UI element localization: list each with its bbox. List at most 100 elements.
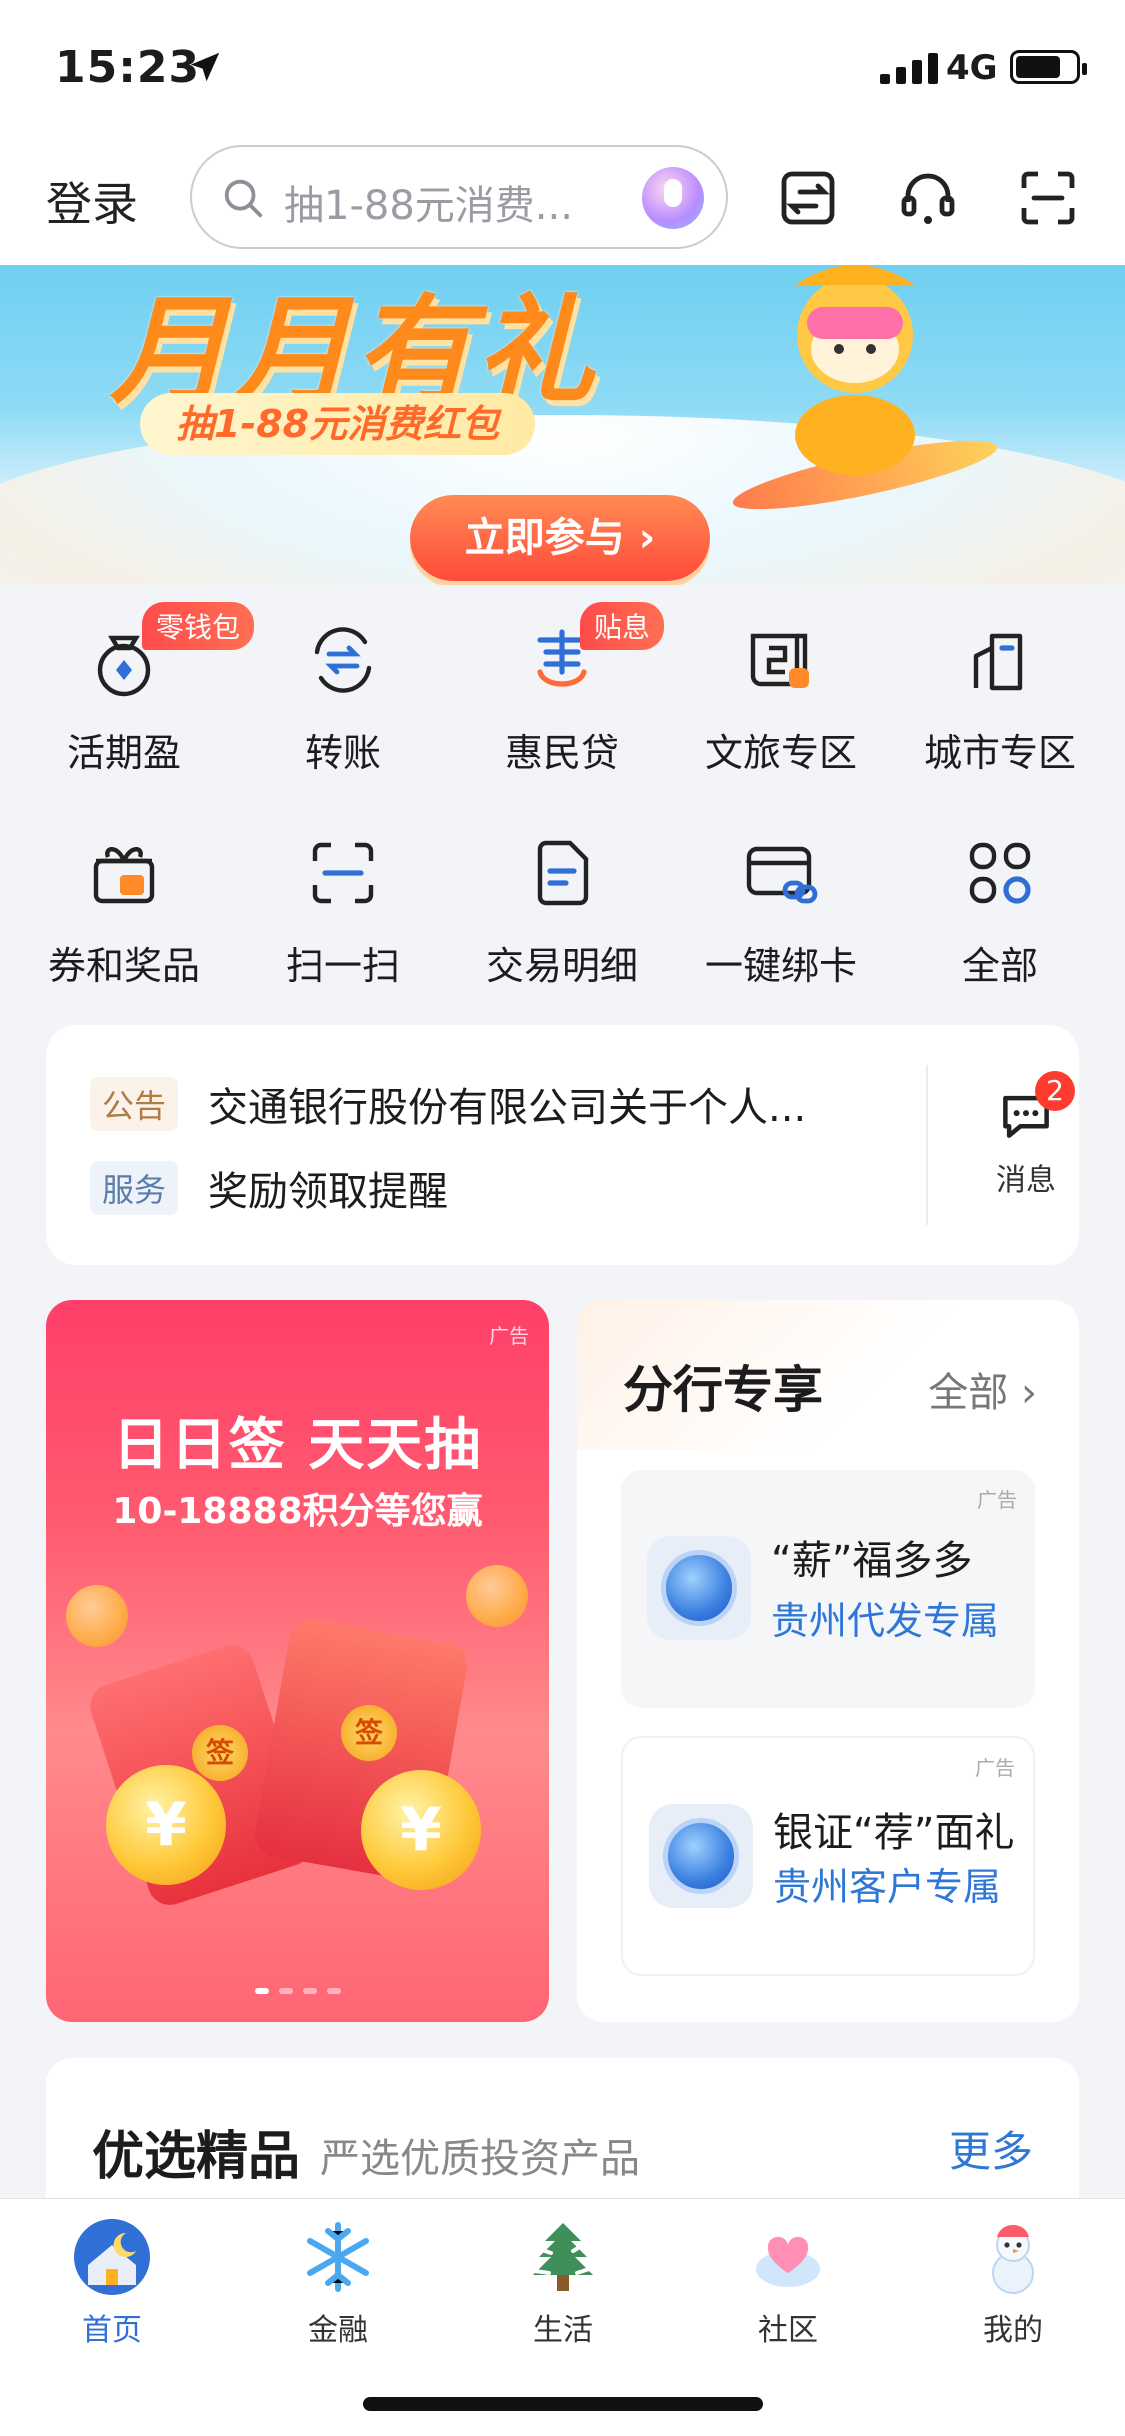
mascot-illustration: [795, 265, 915, 475]
quick-action-scan[interactable]: 扫一扫: [243, 833, 443, 990]
branch-item-subtitle: 贵州代发专属: [771, 1599, 1000, 1643]
quick-action-label: 全部: [961, 944, 1038, 988]
join-now-button[interactable]: 立即参与 ›: [410, 495, 710, 581]
quick-action-label: 转账: [304, 731, 381, 775]
notice-row-service[interactable]: 服务 奖励领取提醒: [90, 1159, 848, 1217]
badge-lingqianbao: 零钱包: [142, 602, 255, 650]
branch-item-title: 银证“荐”面礼: [773, 1810, 1015, 1856]
branch-exclusive-card: 分行专享 全部 › 广告 “薪”福多多 贵州代发专属 广告 银证“荐”面礼 贵州…: [577, 1300, 1079, 2022]
quick-action-coupons[interactable]: 券和奖品: [24, 833, 224, 990]
tab-life[interactable]: 生活: [483, 2217, 643, 2349]
tab-label: 社区: [758, 2313, 818, 2348]
message-count-badge: 2: [1035, 1071, 1075, 1111]
search-placeholder: 抽1-88元消费...: [284, 183, 573, 229]
tab-mine[interactable]: 我的: [933, 2217, 1093, 2349]
branch-title: 分行专享: [623, 1360, 823, 1419]
status-bar: 15:23 4G: [0, 0, 1125, 130]
branch-all-link[interactable]: 全部 ›: [928, 1360, 1037, 1418]
branch-item-yinzheng[interactable]: 广告 银证“荐”面礼 贵州客户专属: [621, 1736, 1035, 1976]
divider: [926, 1065, 928, 1225]
home-indicator: [363, 2397, 763, 2411]
tab-label: 金融: [308, 2313, 368, 2348]
coin-icon: ¥: [361, 1770, 481, 1890]
login-link[interactable]: 登录: [46, 168, 138, 234]
tab-label: 我的: [983, 2313, 1043, 2348]
promo-banner[interactable]: 月月有礼 抽1-88元消费红包 立即参与 ›: [0, 265, 1125, 585]
quick-action-label: 券和奖品: [47, 944, 200, 988]
coin-decoration: [66, 1585, 128, 1647]
badge-tiexi: 贴息: [580, 602, 665, 650]
branch-item-xinfu[interactable]: 广告 “薪”福多多 贵州代发专属: [621, 1470, 1035, 1708]
search-bar[interactable]: 抽1-88元消费...: [190, 145, 728, 249]
featured-subtitle: 严选优质投资产品: [320, 2136, 640, 2182]
seal-badge: 签: [192, 1725, 248, 1781]
voice-search-icon[interactable]: [642, 167, 704, 229]
battery-icon: [1010, 50, 1087, 84]
tree-icon: [533, 2223, 593, 2291]
snowman-icon: [992, 2225, 1034, 2294]
quick-action-travel[interactable]: 文旅专区: [681, 620, 881, 777]
coin-icon: ¥: [106, 1765, 226, 1885]
quick-action-all[interactable]: 全部: [900, 833, 1100, 990]
ad-label: 广告: [975, 1756, 1015, 1780]
tab-home[interactable]: 首页: [32, 2217, 192, 2349]
seal-badge: 签: [341, 1705, 397, 1761]
notice-card: 公告 交通银行股份有限公司关于个人... 服务 奖励领取提醒 2 消息: [46, 1025, 1079, 1265]
tab-label: 首页: [82, 2313, 142, 2348]
notice-text: 奖励领取提醒: [208, 1169, 449, 1215]
messages-button[interactable]: 2 消息: [971, 1071, 1081, 1199]
tab-finance[interactable]: 金融: [258, 2217, 418, 2349]
featured-title: 优选精品: [92, 2126, 301, 2187]
network-type: 4G: [946, 48, 998, 88]
community-heart-icon: [756, 2236, 820, 2287]
tab-community[interactable]: 社区: [708, 2217, 868, 2349]
transfer-icon: [314, 627, 372, 693]
quick-action-label: 文旅专区: [704, 731, 857, 775]
quick-action-transfer[interactable]: 转账: [243, 620, 443, 777]
customer-service-icon[interactable]: [896, 166, 960, 230]
travel-icon: [750, 633, 809, 688]
snowflake-icon: [307, 2222, 369, 2292]
scan-header-icon[interactable]: [1016, 166, 1080, 230]
daily-checkin-promo[interactable]: 广告 日日签 天天抽 10-18888积分等您赢 签 签 ¥ ¥: [46, 1300, 549, 2022]
notice-row-announcement[interactable]: 公告 交通银行股份有限公司关于个人...: [90, 1075, 848, 1133]
ad-label: 广告: [489, 1324, 529, 1348]
promo-headline: 日日签 天天抽: [112, 1413, 483, 1478]
notice-tag: 服务: [90, 1161, 179, 1215]
quick-action-bind-card[interactable]: 一键绑卡: [681, 833, 881, 990]
bind-card-icon: [746, 846, 818, 904]
quick-action-label: 交易明细: [485, 944, 638, 988]
document-icon: [537, 840, 589, 906]
branch-item-title: “薪”福多多: [771, 1538, 973, 1584]
quick-action-label: 一键绑卡: [704, 944, 857, 988]
quick-action-huoqiying[interactable]: 零钱包 活期盈: [24, 602, 255, 777]
switch-icon[interactable]: [776, 166, 840, 230]
top-header: 登录 抽1-88元消费...: [0, 130, 1125, 265]
tab-label: 生活: [533, 2313, 593, 2348]
notice-text: 交通银行股份有限公司关于个人...: [208, 1085, 807, 1131]
quick-action-city[interactable]: 城市专区: [900, 620, 1100, 777]
promo-subline: 10-18888积分等您赢: [112, 1491, 483, 1532]
drop-coin-icon: [647, 1536, 751, 1640]
quick-action-label: 扫一扫: [285, 944, 400, 988]
quick-action-label: 惠民贷: [504, 731, 619, 775]
status-time: 15:23: [55, 42, 201, 93]
scan-icon: [312, 842, 374, 904]
quick-action-label: 活期盈: [66, 731, 181, 775]
banner-subtitle: 抽1-88元消费红包: [140, 393, 536, 455]
search-icon: [224, 179, 263, 218]
location-arrow-icon: [190, 52, 220, 82]
drop-coin-icon: [649, 1804, 753, 1908]
notice-tag: 公告: [90, 1077, 179, 1131]
coin-decoration: [466, 1565, 528, 1627]
messages-label: 消息: [996, 1163, 1056, 1198]
city-icon: [973, 633, 1023, 691]
quick-action-transactions[interactable]: 交易明细: [462, 833, 662, 990]
all-apps-icon: [969, 842, 1031, 904]
quick-action-huimindai[interactable]: 贴息 惠民贷: [462, 602, 665, 777]
quick-action-label: 城市专区: [923, 731, 1076, 775]
carousel-indicator: [46, 1988, 549, 1994]
branch-item-subtitle: 贵州客户专属: [773, 1865, 1002, 1909]
home-icon: [74, 2219, 150, 2295]
featured-more-link[interactable]: 更多: [949, 2118, 1033, 2179]
